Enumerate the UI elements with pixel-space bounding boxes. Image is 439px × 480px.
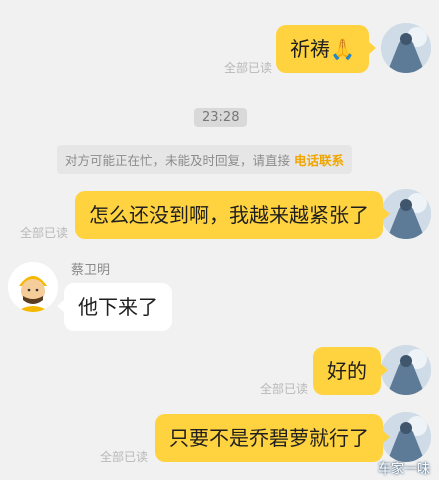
read-receipt-4: 全部已读 — [260, 382, 309, 396]
read-receipt-1: 全部已读 — [224, 61, 273, 75]
my-avatar[interactable] — [381, 23, 431, 73]
watermark: 车家一味 — [378, 462, 431, 477]
my-avatar[interactable] — [381, 345, 431, 395]
contact-avatar[interactable] — [8, 262, 58, 312]
message-text-3: 他下来了 — [78, 295, 158, 319]
message-bubble-5[interactable]: 只要不是乔碧萝就行了 — [155, 414, 390, 462]
message-text-1: 祈祷🙏 — [290, 37, 355, 61]
timestamp: 23:28 — [194, 108, 248, 127]
message-text-4: 好的 — [327, 359, 367, 383]
sender-name: 蔡卫明 — [71, 263, 111, 278]
system-note: 对方可能正在忙，未能及时回复，请直接 电话联系 — [57, 145, 353, 174]
phone-contact-link[interactable]: 电话联系 — [294, 153, 344, 168]
read-receipt-2: 全部已读 — [20, 226, 69, 240]
message-text-2: 怎么还没到啊，我越来越紧张了 — [89, 203, 369, 227]
message-bubble-4[interactable]: 好的 — [313, 347, 388, 395]
read-receipt-5: 全部已读 — [100, 450, 149, 464]
message-bubble-3[interactable]: 他下来了 — [57, 283, 172, 331]
message-text-5: 只要不是乔碧萝就行了 — [169, 426, 369, 450]
message-bubble-2[interactable]: 怎么还没到啊，我越来越紧张了 — [75, 191, 390, 239]
system-note-text: 对方可能正在忙，未能及时回复，请直接 — [65, 153, 291, 168]
message-bubble-1[interactable]: 祈祷🙏 — [276, 25, 376, 73]
